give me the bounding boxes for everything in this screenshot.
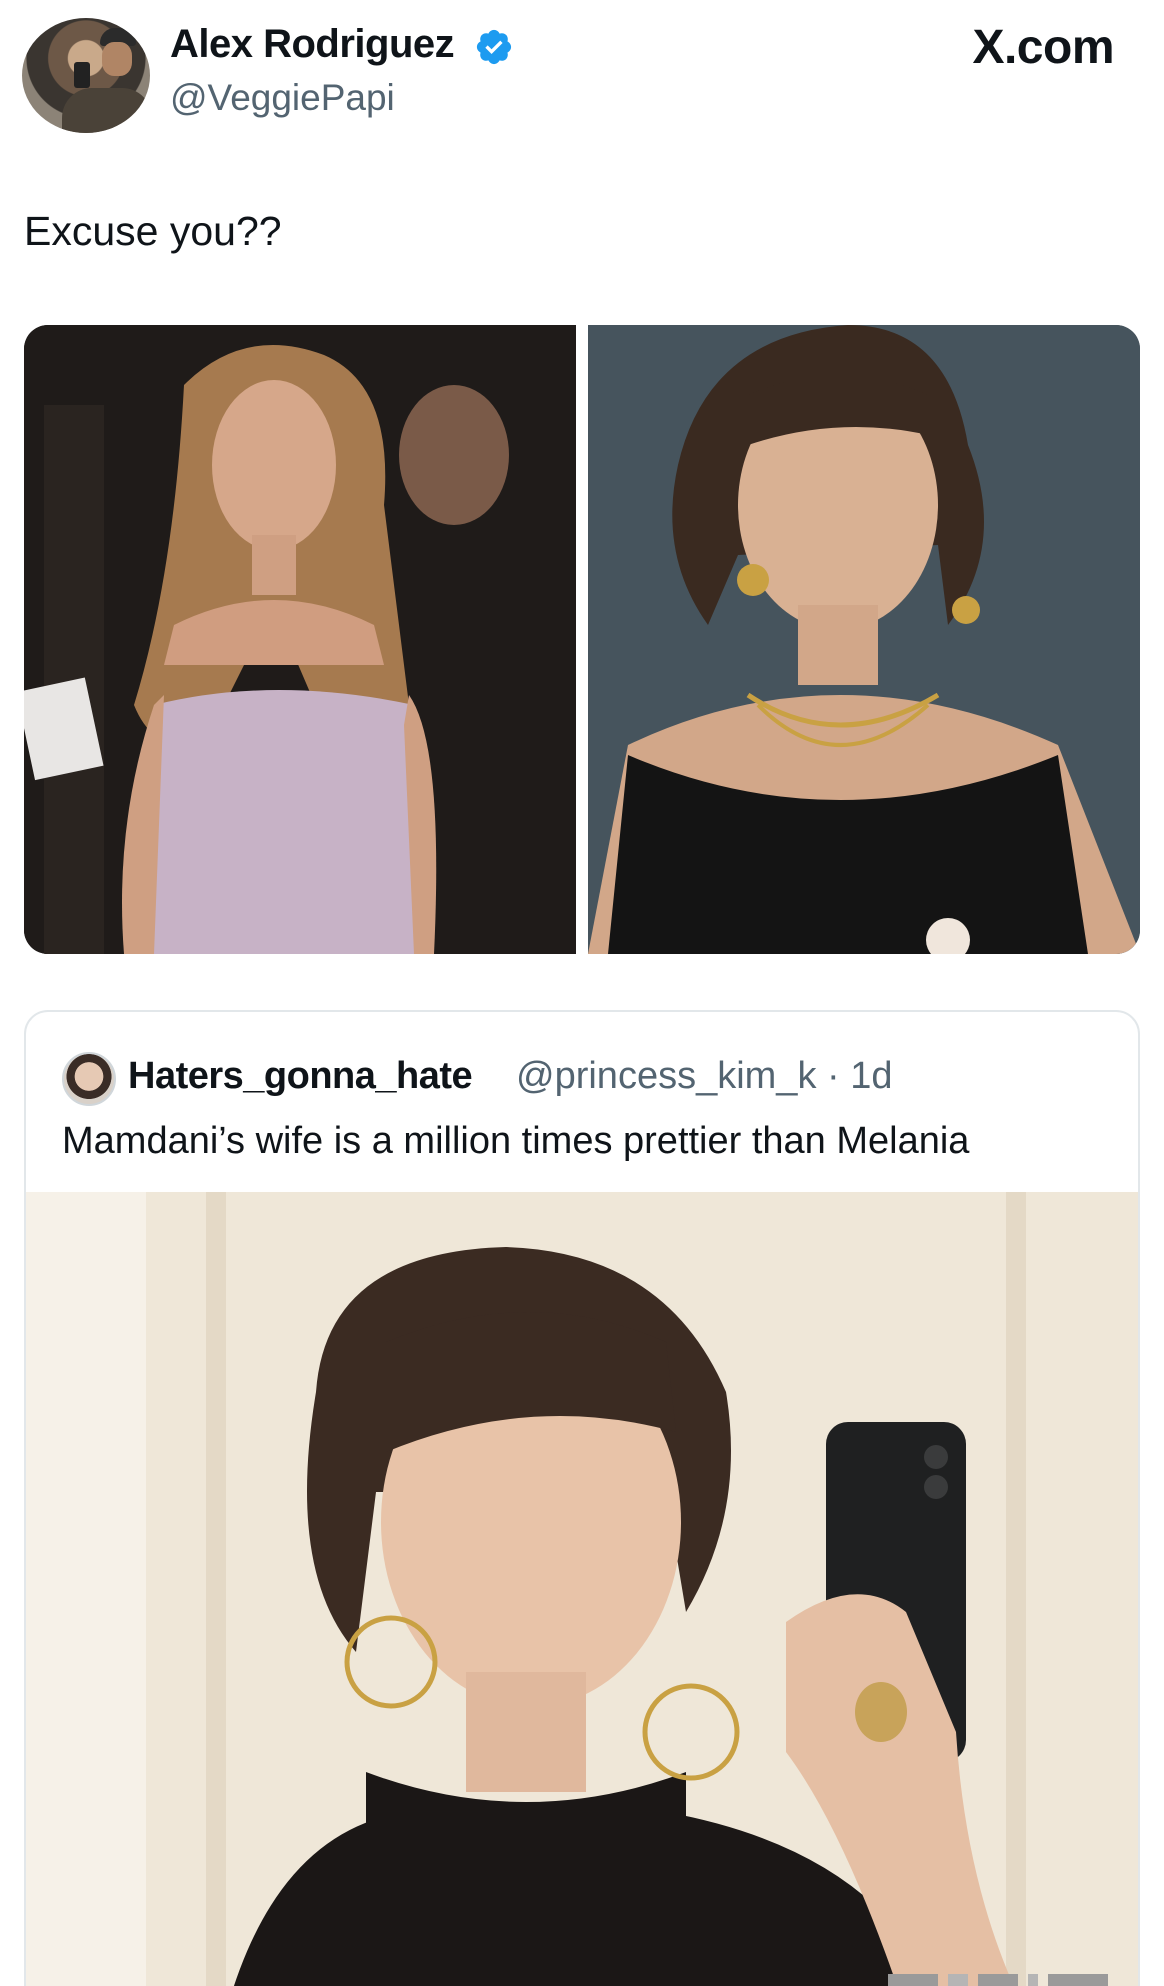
author-avatar[interactable] xyxy=(22,18,150,133)
photo-left[interactable] xyxy=(24,325,576,954)
quoted-post[interactable]: Haters_gonna_hate @princess_kim_k · 1d M… xyxy=(24,1010,1140,1986)
quoted-author-handle-time[interactable]: @princess_kim_k · 1d xyxy=(516,1055,892,1098)
media-grid xyxy=(24,325,1140,954)
photo-right[interactable] xyxy=(588,325,1140,954)
post-header: Alex Rodriguez @VeggiePapi X.com xyxy=(0,0,1164,150)
post-text: Excuse you?? xyxy=(24,208,282,254)
quoted-author-avatar[interactable] xyxy=(62,1052,116,1106)
corner-watermark-mark xyxy=(888,1968,1108,1986)
verified-badge-icon xyxy=(476,29,512,65)
quoted-post-text: Mamdani’s wife is a million times pretti… xyxy=(62,1120,970,1162)
quoted-author-name[interactable]: Haters_gonna_hate xyxy=(128,1055,473,1098)
brand-watermark: X.com xyxy=(972,21,1114,74)
author-name[interactable]: Alex Rodriguez xyxy=(170,22,455,67)
author-handle[interactable]: @VeggiePapi xyxy=(170,77,395,119)
quoted-post-photo[interactable] xyxy=(26,1192,1138,1986)
